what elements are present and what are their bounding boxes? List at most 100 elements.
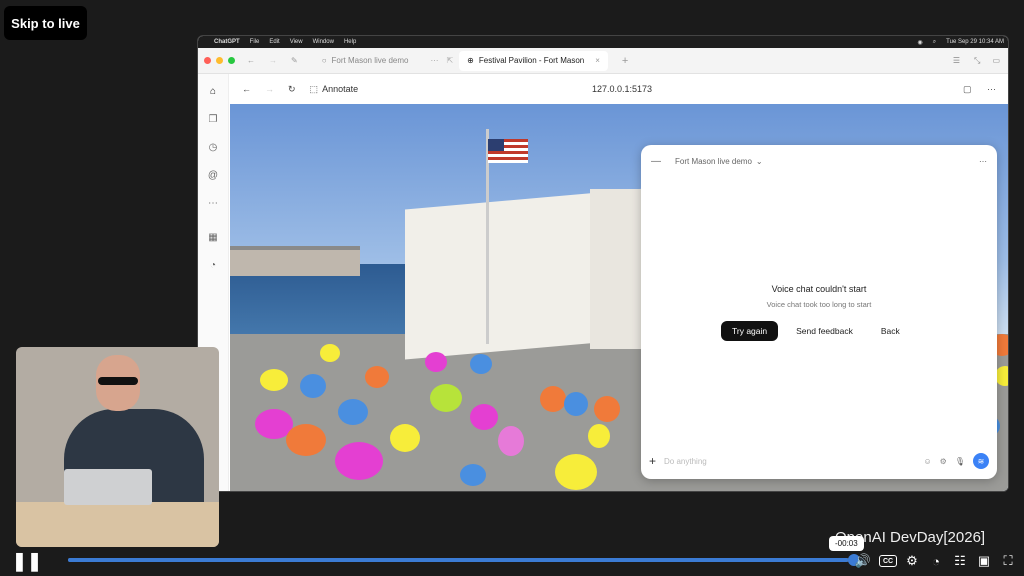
menu-item-help[interactable]: Help — [344, 39, 356, 45]
send-feedback-button[interactable]: Send feedback — [792, 321, 857, 341]
error-actions: Try again Send feedback Back — [721, 321, 904, 341]
menu-item-window[interactable]: Window — [313, 39, 334, 45]
blob-character — [365, 366, 389, 388]
reload-icon[interactable]: ↻ — [288, 84, 296, 95]
menubar-app-name: ChatGPT — [214, 39, 240, 45]
desk — [16, 502, 219, 547]
fullscreen-icon[interactable]: ⛶ — [998, 551, 1018, 571]
blob-character — [425, 352, 447, 372]
nav-toolbar: ← → ↻ ⬚ Annotate 127.0.0.1:5173 ▢ ⋯ — [198, 74, 1008, 104]
apps-icon[interactable]: ▦ — [206, 230, 220, 244]
progress-fill — [68, 558, 848, 562]
error-subtitle: Voice chat took too long to start — [766, 300, 872, 309]
blob-character — [564, 392, 588, 416]
blob-character — [594, 396, 620, 422]
blob-character — [320, 344, 340, 362]
blob-character — [588, 424, 610, 448]
share-icon[interactable]: ⇱ — [446, 56, 453, 65]
pause-button[interactable]: ❚❚ — [10, 549, 44, 573]
blob-character — [498, 426, 524, 456]
mention-icon[interactable]: @ — [206, 168, 220, 182]
conversation-title[interactable]: Fort Mason live demo — [675, 157, 752, 166]
queue-icon[interactable]: ☷ — [950, 551, 970, 571]
skip-to-live-button[interactable]: Skip to live — [4, 6, 87, 40]
bookmark-icon[interactable]: ▢ — [963, 84, 972, 95]
close-window-button[interactable] — [204, 57, 211, 64]
url-display[interactable]: 127.0.0.1:5173 — [592, 84, 652, 94]
nav-forward-icon[interactable]: → — [265, 84, 274, 94]
presenter-camera — [16, 347, 219, 547]
copy-icon[interactable]: ❐ — [206, 112, 220, 126]
blob-character — [460, 464, 486, 486]
tab-fort-mason-demo[interactable]: ○ Fort Mason live demo — [314, 51, 417, 71]
blob-character — [338, 399, 368, 425]
try-again-button[interactable]: Try again — [721, 321, 779, 341]
back-button[interactable]: Back — [877, 321, 904, 341]
error-title: Voice chat couldn't start — [771, 284, 867, 294]
volume-icon[interactable]: 🔊 — [853, 551, 873, 571]
minimize-panel-icon[interactable]: — — [651, 156, 661, 167]
minimize-window-button[interactable] — [216, 57, 223, 64]
new-tab-icon[interactable]: + — [622, 55, 628, 67]
forward-icon[interactable]: → — [269, 56, 277, 65]
menu-item-edit[interactable]: Edit — [269, 39, 279, 45]
tab-label: Fort Mason live demo — [331, 56, 409, 65]
menu-item-file[interactable]: File — [250, 39, 260, 45]
history-icon[interactable]: ◷ — [206, 140, 220, 154]
annotate-icon: ⬚ — [309, 83, 319, 94]
blob-character — [286, 424, 326, 456]
picture-in-picture-icon[interactable]: ▣ — [974, 551, 994, 571]
search-icon[interactable]: ⌕ — [933, 39, 936, 46]
time-tooltip: -00:03 — [829, 536, 864, 551]
progress-bar[interactable] — [68, 558, 850, 562]
panel-more-icon[interactable]: ⋯ — [979, 157, 987, 166]
wifi-icon[interactable]: ◉ — [918, 39, 923, 46]
laptop — [64, 469, 152, 505]
blob-character — [555, 454, 597, 490]
pier-building — [230, 246, 360, 276]
blob-character — [470, 404, 498, 430]
blob-character — [300, 374, 326, 398]
globe-icon: ⊕ — [467, 56, 474, 65]
speed-icon[interactable]: ◔ — [926, 551, 946, 571]
blob-character — [430, 384, 462, 412]
more-icon[interactable]: ⋯ — [430, 56, 438, 65]
list-icon[interactable]: ☰ — [953, 56, 960, 65]
add-attachment-icon[interactable]: + — [649, 454, 656, 468]
annotate-button[interactable]: Annotate — [322, 84, 358, 94]
blob-character — [390, 424, 420, 452]
sidebar-toggle-icon[interactable]: ▭ — [992, 56, 1000, 65]
composer-input[interactable]: Do anything — [664, 457, 915, 466]
overflow-menu-icon[interactable]: ⋯ — [987, 84, 996, 95]
menubar-clock: Tue Sep 29 10:34 AM — [946, 39, 1004, 45]
voice-mode-button[interactable]: ≋ — [973, 453, 989, 469]
captions-button[interactable]: CC — [879, 555, 897, 567]
tab-bar: ← → ✎ ○ Fort Mason live demo ⋯ ⇱ ⊕ Festi… — [198, 48, 1008, 74]
microphone-icon[interactable]: 🎙 — [955, 457, 965, 466]
chat-panel: — Fort Mason live demo ⌄ ⋯ Voice chat co… — [641, 145, 997, 479]
more-options-icon[interactable]: ⋯ — [206, 196, 220, 210]
chevron-down-icon[interactable]: ⌄ — [756, 157, 763, 166]
collapse-icon[interactable]: ⤡ — [974, 56, 980, 66]
zoom-window-button[interactable] — [228, 57, 235, 64]
video-player: Skip to live ChatGPT File Edit View Wind… — [0, 0, 1024, 576]
blob-character — [335, 442, 383, 480]
blob-character — [995, 366, 1008, 386]
settings-icon[interactable]: ⚙ — [940, 457, 947, 466]
tab-festival-pavilion[interactable]: ⊕ Festival Pavilion - Fort Mason × — [459, 50, 608, 71]
back-icon[interactable]: ← — [247, 56, 255, 65]
nav-back-icon[interactable]: ← — [242, 84, 251, 94]
home-icon[interactable]: ⌂ — [206, 84, 220, 98]
sunglasses — [98, 377, 138, 385]
chat-icon: ○ — [321, 56, 327, 65]
us-flag — [488, 139, 528, 163]
timer-icon[interactable]: ◔ — [206, 258, 220, 272]
mac-menubar: ChatGPT File Edit View Window Help ◉ ⌕ T… — [198, 36, 1008, 48]
menu-item-view[interactable]: View — [290, 39, 303, 45]
close-tab-icon[interactable]: × — [595, 56, 600, 65]
emoji-icon[interactable]: ☺ — [924, 457, 932, 466]
blob-character — [540, 386, 566, 412]
settings-gear-icon[interactable]: ⚙ — [902, 551, 922, 571]
tab-label: Festival Pavilion - Fort Mason — [478, 56, 585, 65]
edit-icon[interactable]: ✎ — [291, 56, 298, 65]
